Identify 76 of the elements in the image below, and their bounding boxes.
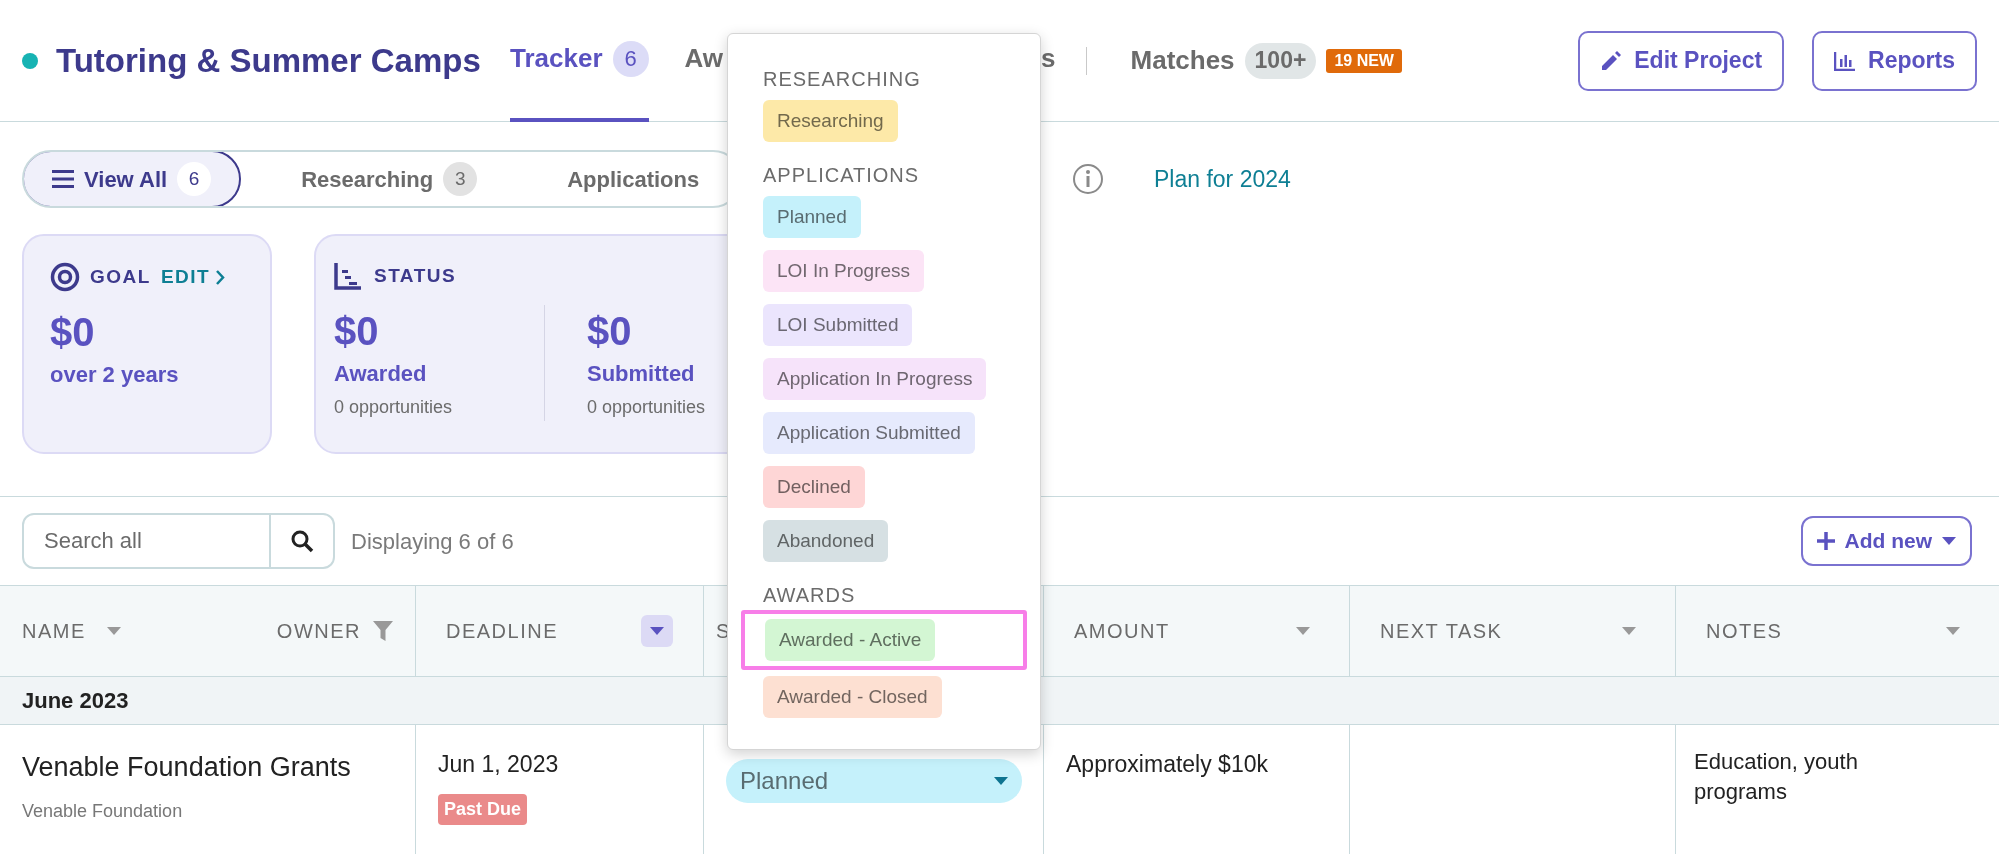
add-new-button[interactable]: Add new [1800,516,1972,566]
status-option[interactable]: Awarded - Closed [763,676,942,718]
caret-icon [1946,627,1960,635]
menu-icon [52,170,74,188]
stat-label: Submitted [587,359,696,388]
chart-icon [1834,50,1857,71]
status-select[interactable]: Planned [726,759,1022,803]
info-icon [1072,163,1104,195]
plan-link[interactable]: Plan for 2024 [1154,161,1291,197]
reports-button[interactable]: Reports [1812,30,1977,91]
result-count: Displaying 6 of 6 [351,527,514,556]
amount-cell-text: Approximately $10k [1066,750,1269,779]
sort-button[interactable] [641,615,673,647]
past-due-badge: Past Due [438,793,528,825]
column-header: NEXT TASK [1380,619,1503,644]
status-option[interactable]: Abandoned [763,520,889,562]
column-header: NOTES [1706,619,1783,644]
nav-tab[interactable]: s [1041,0,1056,122]
column-header: NAME [22,619,86,644]
deadline-date: Jun 1, 2023 [438,750,560,779]
goal-amount: $0 [50,309,96,356]
card-title: GOAL [90,264,151,289]
stat-amount: $0 [587,307,633,355]
column-header: OWNER [276,619,361,644]
status-option[interactable]: Application In Progress [763,358,987,400]
new-badge: 19 NEW [1326,48,1402,73]
goal-period: over 2 years [50,361,180,389]
nav-tab[interactable]: Aw [684,0,724,122]
menu-section-title: AWARDS [763,583,857,608]
search-field[interactable]: Search all [22,513,271,569]
caret-icon [994,777,1008,785]
edit-project-button[interactable]: Edit Project [1578,30,1785,91]
filter-icon [373,621,393,641]
notes-cell-text: Education, youth programs [1694,748,1859,806]
caret-icon [106,627,121,635]
plus-icon [1816,532,1835,550]
search-icon [290,529,314,553]
status-chart-icon [334,262,362,291]
matches-tab[interactable]: Matches [1130,41,1235,80]
opportunity-name: Venable Foundation Grants [22,751,352,784]
search-button[interactable] [271,513,335,569]
stat-amount: $0 [334,307,380,355]
project-title: Tutoring & Summer Camps [56,41,481,79]
owner-name: Venable Foundation [22,799,184,823]
status-option[interactable]: LOI Submitted [763,304,913,346]
filter-tab[interactable]: View All 6 [24,152,242,206]
column-header: AMOUNT [1074,619,1170,644]
count-badge: 3 [443,162,478,196]
count-badge: 100+ [1244,42,1317,79]
status-option[interactable]: Awarded - Active [765,619,936,661]
status-option[interactable]: Application Submitted [763,412,975,454]
caret-icon [1296,627,1310,635]
caret-icon [1622,627,1636,635]
target-icon [50,262,80,292]
status-option[interactable]: LOI In Progress [763,250,925,292]
caret-icon [650,627,664,635]
column-header: DEADLINE [446,619,559,644]
status-option[interactable]: Researching [763,100,898,142]
stat-count: 0 opportunities [334,395,454,419]
stat-count: 0 opportunities [587,395,706,419]
status-option[interactable]: Declined [763,466,865,508]
count-badge: 6 [612,40,649,77]
menu-section-title: RESEARCHING [763,67,922,92]
card-title: STATUS [374,264,457,288]
group-header: June 2023 [22,687,129,715]
caret-icon [1942,537,1956,545]
pencil-icon [1600,49,1623,72]
chevron-icon [216,269,226,285]
stat-label: Awarded [334,359,428,388]
filter-tab[interactable]: Researching 3 [271,152,508,206]
nav-tab[interactable]: Tracker 6 [510,0,649,122]
status-option[interactable]: Planned [763,196,861,238]
edit-link[interactable]: EDIT [160,262,226,292]
filter-tab[interactable]: Applications [537,152,730,206]
count-badge: 6 [177,162,212,196]
menu-section-title: APPLICATIONS [763,163,921,188]
